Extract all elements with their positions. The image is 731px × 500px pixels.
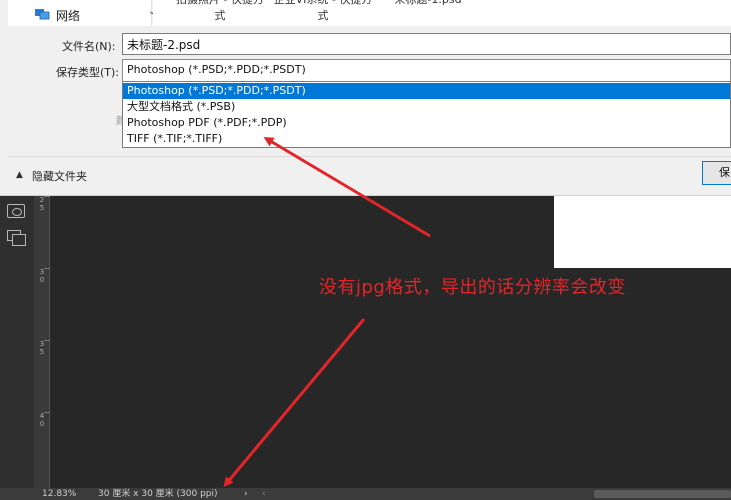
savetype-label: 保存类型(T): xyxy=(56,66,120,79)
dropdown-option-pdf[interactable]: Photoshop PDF (*.PDF;*.PDP) xyxy=(123,115,730,131)
divider xyxy=(8,156,731,157)
save-button[interactable]: 保 xyxy=(702,161,731,185)
nav-item-network[interactable]: 网络 xyxy=(56,7,80,24)
savetype-select[interactable]: Photoshop (*.PSD;*.PDD;*.PSDT) xyxy=(122,59,731,82)
hide-folders-toggle[interactable]: 隐藏文件夹 xyxy=(32,168,87,184)
file-list: 拍摄照片 - 快捷方式 企业VI系统 - 快捷方式 未标题-1.psd xyxy=(153,0,731,26)
dropdown-option-psd[interactable]: Photoshop (*.PSD;*.PDD;*.PSDT) xyxy=(123,83,730,99)
list-item[interactable]: 企业VI系统 - 快捷方式 xyxy=(273,0,373,24)
annotation-text: 没有jpg格式，导出的话分辨率会改变 xyxy=(319,277,626,298)
ruler-label: 3 0 xyxy=(39,268,45,284)
list-item[interactable]: 未标题-1.psd xyxy=(378,0,478,8)
filename-label: 文件名(N): xyxy=(62,40,116,53)
tool-strip xyxy=(0,188,34,488)
save-as-dialog: 网络 ⌄ 拍摄照片 - 快捷方式 企业VI系统 - 快捷方式 未标题-1.psd… xyxy=(0,0,731,196)
status-menu-arrow[interactable]: › xyxy=(244,488,248,500)
savetype-dropdown-list: Photoshop (*.PSD;*.PDD;*.PSDT) 大型文档格式 (*… xyxy=(122,81,731,148)
vertical-ruler: 2 5 3 0 3 5 4 0 xyxy=(34,188,50,488)
filename-input[interactable] xyxy=(122,33,731,55)
list-item[interactable]: 拍摄照片 - 快捷方式 xyxy=(175,0,265,24)
scroll-left-arrow[interactable]: ‹ xyxy=(262,488,266,500)
zoom-level[interactable]: 12.83% xyxy=(42,488,76,500)
ruler-label: 2 5 xyxy=(39,196,45,212)
dropdown-option-tiff[interactable]: TIFF (*.TIF;*.TIFF) xyxy=(123,131,730,147)
chevron-up-icon[interactable]: ▲ xyxy=(16,170,23,180)
horizontal-scrollbar[interactable] xyxy=(594,490,731,498)
ruler-label: 4 0 xyxy=(39,412,45,428)
document-canvas[interactable] xyxy=(554,188,731,268)
status-bar: 12.83% 30 厘米 x 30 厘米 (300 ppi) › ‹ xyxy=(0,488,731,500)
navigation-pane: 网络 ⌄ xyxy=(8,0,156,26)
dropdown-option-psb[interactable]: 大型文档格式 (*.PSB) xyxy=(123,99,730,115)
screen-mode-icon[interactable] xyxy=(7,230,26,246)
network-icon xyxy=(35,9,50,20)
quick-mask-icon[interactable] xyxy=(7,204,25,218)
document-info: 30 厘米 x 30 厘米 (300 ppi) xyxy=(98,489,218,499)
ruler-label: 3 5 xyxy=(39,340,45,356)
